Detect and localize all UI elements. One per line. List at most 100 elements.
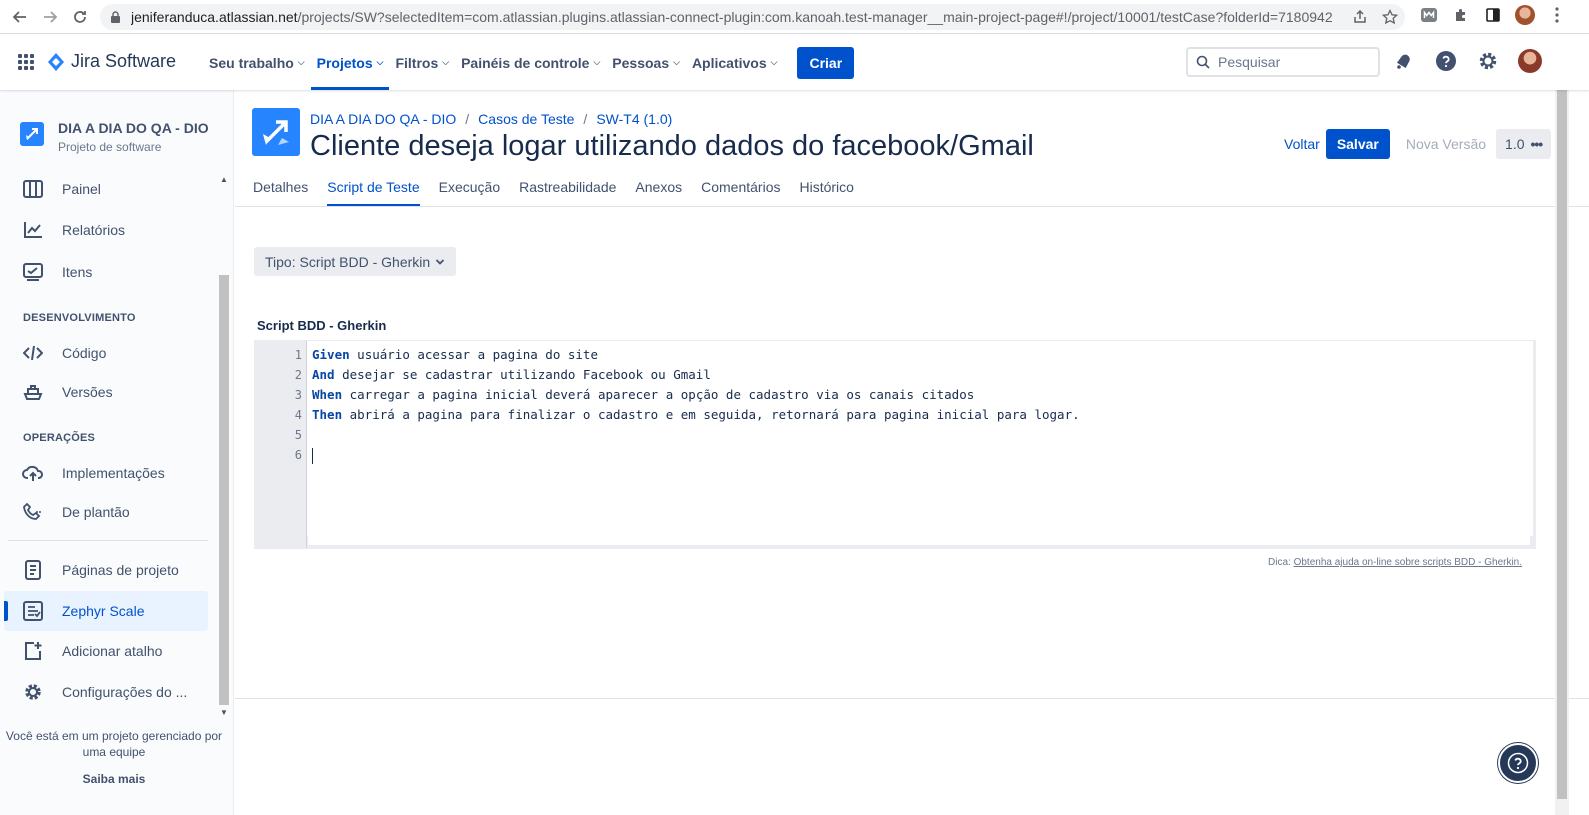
lock-icon [110, 10, 121, 24]
learn-more-link[interactable]: Saiba mais [0, 772, 228, 786]
chart-icon [22, 219, 44, 241]
code-line: Then abrirá a pagina para finalizar o ca… [312, 407, 1080, 422]
back-arrow-icon[interactable] [6, 3, 34, 31]
breadcrumb-test-cases[interactable]: Casos de Teste [478, 111, 574, 127]
script-section-title: Script BDD - Gherkin [257, 318, 387, 333]
tab-comentarios[interactable]: Comentários [701, 179, 780, 206]
sidebar-item-implementacoes[interactable]: Implementações [22, 462, 165, 484]
settings-gear-icon[interactable] [1476, 49, 1500, 73]
code-line: Given usuário acessar a pagina do site [312, 347, 598, 362]
search-placeholder: Pesquisar [1218, 54, 1281, 70]
user-avatar[interactable] [1518, 49, 1542, 73]
add-shortcut-icon [22, 640, 44, 662]
sidebar-item-configuracoes[interactable]: Configurações do ... [22, 681, 187, 703]
share-icon[interactable] [1352, 9, 1368, 25]
star-icon[interactable] [1382, 9, 1398, 25]
floating-help-button[interactable] [1498, 743, 1538, 783]
jira-logo[interactable]: Jira Software [47, 51, 176, 72]
chevron-down-icon [435, 258, 445, 266]
more-icon: ••• [1530, 136, 1544, 152]
search-icon [1196, 55, 1210, 69]
search-input[interactable]: Pesquisar [1186, 47, 1380, 77]
menu-filtros[interactable]: Filtros ⌵ [389, 35, 455, 90]
menu-aplicativos[interactable]: Aplicativos ⌵ [686, 35, 784, 90]
chevron-down-icon: ⌵ [593, 57, 601, 67]
gear-icon [22, 681, 44, 703]
menu-paineis[interactable]: Painéis de controle ⌵ [455, 35, 606, 90]
page-title: Cliente deseja logar utilizando dados do… [310, 130, 1034, 162]
chevron-down-icon: ⌵ [673, 57, 680, 67]
script-type-select[interactable]: Tipo: Script BDD - Gherkin [254, 247, 457, 276]
profile-avatar[interactable] [1514, 4, 1536, 26]
chevron-down-icon: ⌵ [770, 57, 778, 67]
menu-projetos[interactable]: Projetos ⌵ [311, 35, 390, 90]
chevron-down-icon: ⌵ [376, 57, 384, 67]
extension-m-icon[interactable] [1418, 4, 1440, 26]
sidebar-item-relatorios[interactable]: Relatórios [22, 219, 125, 241]
sidebar-item-itens[interactable]: Itens [22, 261, 92, 283]
bdd-help-link[interactable]: Obtenha ajuda on-line sobre scripts BDD … [1294, 557, 1522, 568]
breadcrumb-test-case-key[interactable]: SW-T4 (1.0) [596, 111, 672, 127]
issues-icon [22, 261, 44, 283]
project-header[interactable]: DIA A DIA DO QA - DIO Projeto de softwar… [20, 120, 209, 154]
jira-diamond-icon [47, 52, 65, 72]
sidebar-item-zephyr-scale[interactable]: Zephyr Scale [22, 600, 144, 622]
code-line: When carregar a pagina inicial deverá ap… [312, 387, 975, 402]
sidebar-item-codigo[interactable]: Código [22, 342, 106, 364]
sidebar-item-paginas[interactable]: Páginas de projeto [22, 559, 179, 581]
notifications-icon[interactable] [1392, 49, 1416, 73]
tab-execucao[interactable]: Execução [439, 179, 500, 206]
cloud-upload-icon [22, 462, 44, 484]
new-version-button[interactable]: Nova Versão [1406, 136, 1486, 152]
sidebar-divider [8, 540, 208, 541]
tabs: Detalhes Script de Teste Execução Rastre… [253, 179, 854, 206]
board-icon [22, 178, 44, 200]
section-header-dev: DESENVOLVIMENTO [23, 312, 136, 324]
page-icon [22, 559, 44, 581]
tab-anexos[interactable]: Anexos [635, 179, 682, 206]
gherkin-editor[interactable]: 1 2 3 4 5 6 Given usuário acessar a pagi… [254, 340, 1536, 549]
main-content: DIA A DIA DO QA - DIO / Casos de Teste /… [235, 90, 1589, 815]
save-button[interactable]: Salvar [1325, 129, 1390, 159]
project-name: DIA A DIA DO QA - DIO [58, 120, 209, 136]
side-panel-icon[interactable] [1482, 4, 1504, 26]
menu-seu-trabalho[interactable]: Seu trabalho ⌵ [203, 35, 311, 90]
sidebar-item-plantao[interactable]: De plantão [22, 501, 130, 523]
sidebar-item-versoes[interactable]: Versões [22, 381, 113, 403]
section-header-ops: OPERAÇÕES [23, 432, 96, 444]
project-sidebar: DIA A DIA DO QA - DIO Projeto de softwar… [0, 90, 234, 815]
code-icon [22, 342, 44, 364]
breadcrumb: DIA A DIA DO QA - DIO / Casos de Teste /… [310, 111, 673, 127]
tab-script-de-teste[interactable]: Script de Teste [327, 179, 420, 206]
header-actions: Voltar Salvar Nova Versão 1.0 ••• [1284, 129, 1552, 159]
browser-toolbar: jeniferanduca.atlassian.net/projects/SW?… [0, 0, 1589, 34]
sidebar-item-painel[interactable]: Painel [22, 178, 101, 200]
back-button[interactable]: Voltar [1284, 136, 1326, 152]
tab-rastreabilidade[interactable]: Rastreabilidade [519, 179, 616, 206]
tab-detalhes[interactable]: Detalhes [253, 179, 308, 206]
browser-menu-icon[interactable] [1546, 4, 1568, 26]
url-text: jeniferanduca.atlassian.net/projects/SW?… [131, 9, 1333, 25]
app-switcher-icon[interactable] [17, 53, 35, 71]
address-bar[interactable]: jeniferanduca.atlassian.net/projects/SW?… [100, 4, 1405, 30]
create-button[interactable]: Criar [797, 46, 855, 79]
product-name: Jira Software [71, 51, 177, 71]
chevron-down-icon: ⌵ [442, 57, 450, 67]
chevron-down-icon: ⌵ [297, 57, 305, 67]
page-scrollbar[interactable] [1555, 35, 1569, 815]
sidebar-item-adicionar-atalho[interactable]: Adicionar atalho [22, 640, 162, 662]
menu-pessoas[interactable]: Pessoas ⌵ [606, 35, 686, 90]
forward-arrow-icon[interactable] [36, 3, 64, 31]
tab-historico[interactable]: Histórico [799, 179, 853, 206]
breadcrumb-project[interactable]: DIA A DIA DO QA - DIO [310, 111, 456, 127]
phone-icon [22, 501, 44, 523]
reload-icon[interactable] [66, 3, 94, 31]
sidebar-scrollbar[interactable]: ▲ ▼ [217, 173, 231, 721]
test-case-rocket-icon [252, 108, 300, 156]
extensions-puzzle-icon[interactable] [1450, 4, 1472, 26]
code-line: And desejar se cadastrar utilizando Face… [312, 367, 711, 382]
help-icon[interactable] [1434, 49, 1458, 73]
code-area[interactable]: Given usuário acessar a pagina do site A… [308, 345, 1530, 545]
version-menu-button[interactable]: 1.0 ••• [1496, 129, 1552, 159]
